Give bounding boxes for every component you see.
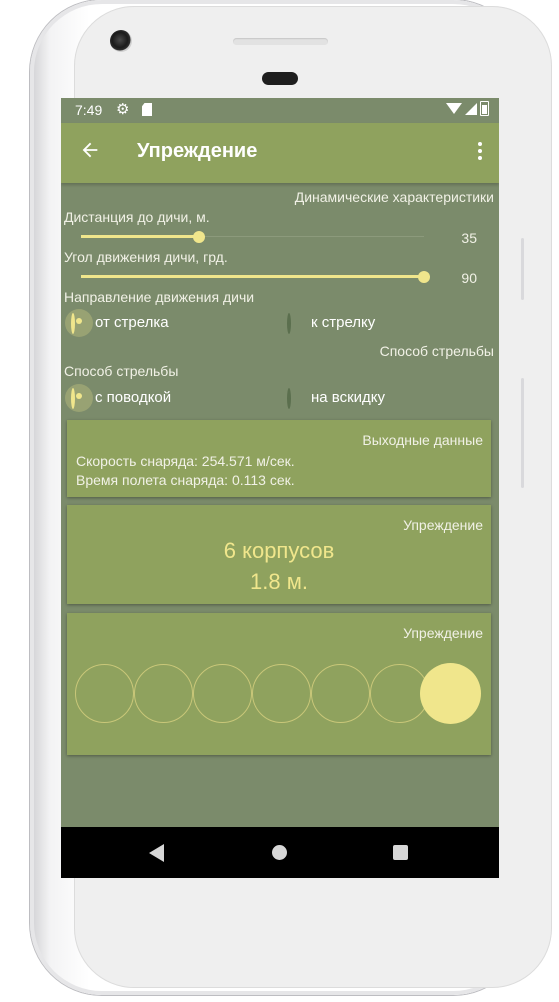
settings-notification-icon: ⚙ [116, 101, 130, 118]
lead-caption: Упреждение [403, 517, 483, 533]
lead-bodies: 6 корпусов [223, 538, 335, 563]
radio-circle [287, 387, 291, 409]
target-circle [420, 663, 481, 724]
distance-slider[interactable] [81, 227, 424, 247]
angle-slider[interactable] [81, 267, 430, 287]
output-caption: Выходные данные [362, 432, 483, 448]
radio-snap[interactable]: на вскидку [287, 387, 386, 409]
power-button [521, 378, 524, 488]
lead-body-circle [252, 664, 311, 723]
lead-visual-card: Упреждение [67, 613, 491, 755]
angle-label: Угол движения дичи, грд. [64, 249, 228, 265]
slider-thumb[interactable] [418, 271, 430, 283]
output-card: Выходные данные Скорость снаряда: 254.57… [67, 420, 491, 497]
status-time: 7:49 [75, 102, 103, 118]
status-icons [446, 101, 489, 116]
page-title: Упреждение [137, 140, 258, 162]
radio-circle [287, 312, 291, 334]
lead-card: Упреждение 6 корпусов 1.8 м. [67, 505, 491, 604]
volume-button [521, 238, 524, 300]
nav-back-icon[interactable] [149, 844, 164, 862]
sd-card-icon [142, 103, 152, 116]
battery-icon [480, 101, 489, 116]
signal-icon [465, 102, 477, 115]
radio-label: на вскидку [311, 389, 386, 406]
lead-body-circle [75, 664, 134, 723]
radio-to-shooter[interactable]: к стрелку [287, 312, 376, 334]
distance-value: 35 [461, 230, 477, 246]
shooting-caption: Способ стрельбы [379, 343, 494, 359]
lead-visual-caption: Упреждение [403, 625, 483, 641]
radio-label: от стрелка [95, 314, 169, 331]
slider-fill [81, 275, 424, 278]
nav-home-icon[interactable] [272, 845, 287, 860]
lead-body-circle [193, 664, 252, 723]
radio-swing[interactable]: с поводкой [65, 383, 172, 412]
back-arrow-icon[interactable] [79, 139, 103, 163]
dynamics-caption: Динамические характеристики [294, 189, 494, 205]
screen: 7:49 ⚙ Упреждение Динамические характери… [61, 98, 499, 878]
navigation-bar [61, 827, 499, 878]
overflow-menu-icon[interactable] [477, 142, 483, 160]
slider-thumb[interactable] [193, 231, 206, 243]
radio-circle [71, 312, 75, 334]
flight-time: Время полета снаряда: 0.113 сек. [76, 472, 295, 488]
radio-from-shooter[interactable]: от стрелка [65, 308, 169, 337]
projectile-speed: Скорость снаряда: 254.571 м/сек. [76, 453, 295, 469]
nav-recents-icon[interactable] [393, 845, 408, 860]
front-camera [110, 30, 132, 52]
distance-label: Дистанция до дичи, м. [64, 209, 210, 225]
radio-label: к стрелку [311, 314, 376, 331]
shooting-label: Способ стрельбы [64, 363, 179, 379]
slider-fill [81, 235, 200, 238]
lead-body-circle [134, 664, 193, 723]
lead-body-circle [311, 664, 370, 723]
earpiece-speaker [233, 38, 328, 45]
content: Динамические характеристики Дистанция до… [61, 183, 499, 827]
proximity-sensor [262, 72, 298, 85]
app-bar: Упреждение [61, 123, 499, 183]
status-bar: 7:49 ⚙ [61, 98, 499, 123]
wifi-icon [446, 103, 462, 114]
radio-label: с поводкой [95, 389, 172, 406]
lead-circles [75, 663, 485, 725]
angle-value: 90 [461, 270, 477, 286]
lead-meters: 1.8 м. [250, 569, 308, 594]
direction-label: Направление движения дичи [64, 289, 255, 305]
radio-circle [71, 387, 75, 409]
